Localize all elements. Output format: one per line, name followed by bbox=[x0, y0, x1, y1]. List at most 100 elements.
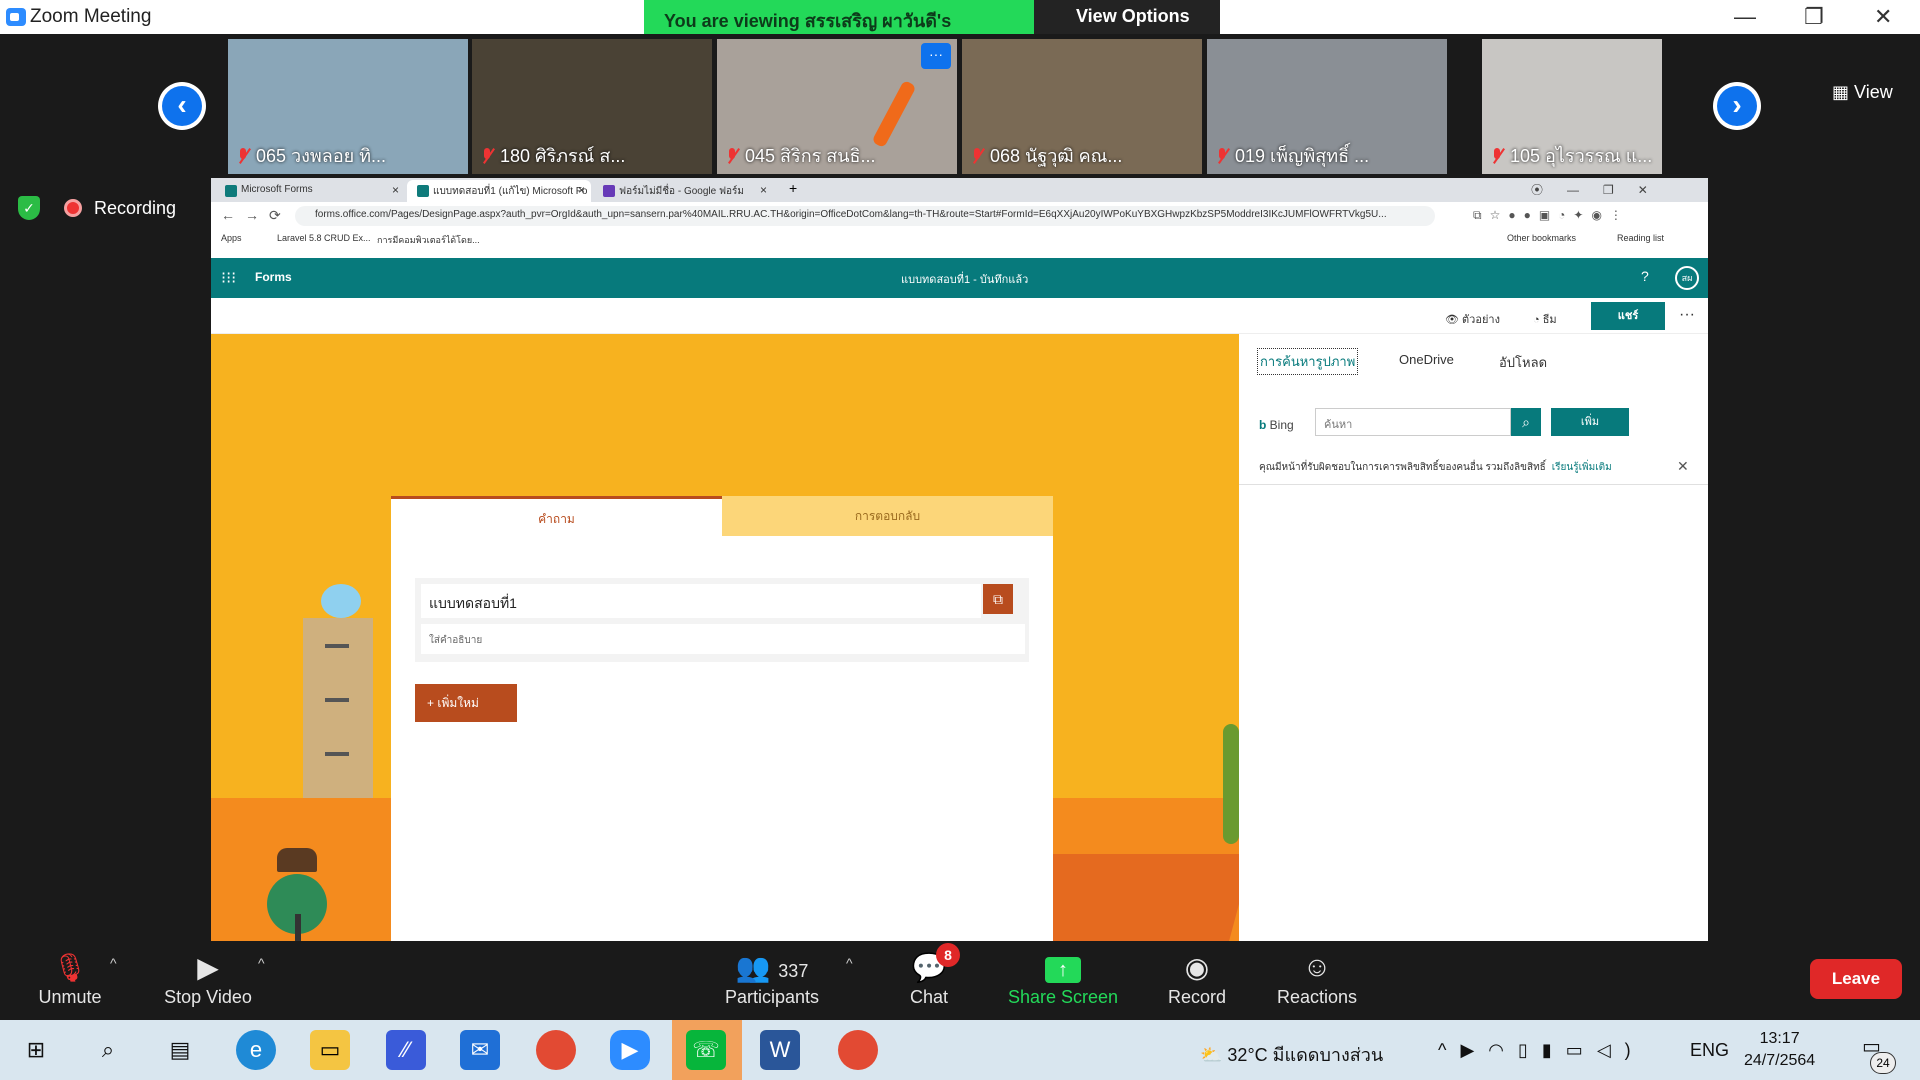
video-tile[interactable]: 019 เพ็ญพิสุทธิ์ ... bbox=[1207, 39, 1447, 174]
word-icon[interactable]: W bbox=[760, 1030, 800, 1070]
app-icon[interactable]: ⁄⁄ bbox=[386, 1030, 426, 1070]
close-tab-icon[interactable]: × bbox=[392, 183, 399, 197]
bing-logo: b Bing bbox=[1259, 418, 1294, 432]
browser-tab[interactable]: Microsoft Forms × bbox=[215, 180, 405, 202]
window-title: Zoom Meeting bbox=[30, 6, 152, 27]
participants-button[interactable]: 👥 337 Participants bbox=[720, 951, 824, 1008]
line-icon[interactable]: ☏ bbox=[686, 1030, 726, 1070]
view-button[interactable]: ▦ View bbox=[1832, 82, 1893, 103]
muted-mic-icon bbox=[1490, 147, 1504, 165]
viewing-label: You are viewing สรรเสริญ ผาวันดี's scree… bbox=[644, 0, 1034, 55]
clock-time: 13:17 bbox=[1759, 1030, 1800, 1047]
video-tile[interactable]: 065 วงพลอย ทิ... bbox=[228, 39, 468, 174]
unmute-button[interactable]: 🎙 Unmute bbox=[34, 951, 106, 1008]
more-icon[interactable]: ··· bbox=[1679, 306, 1695, 324]
chrome-icon[interactable] bbox=[536, 1030, 576, 1070]
form-description-field[interactable]: ใส่คำอธิบาย bbox=[421, 624, 1025, 654]
bookmark-apps[interactable]: Apps bbox=[221, 233, 242, 243]
view-options-button[interactable]: View Options ⌄ bbox=[1034, 0, 1220, 47]
video-tile[interactable]: 180 ศิริภรณ์ ส... bbox=[472, 39, 712, 174]
annotation-check-icon bbox=[871, 79, 917, 149]
preview-button[interactable]: 👁 ตัวอย่าง bbox=[1445, 310, 1500, 328]
browser-tab-active[interactable]: แบบทดสอบที่1 (แก้ไข) Microsoft Fo × bbox=[407, 180, 591, 202]
weather-widget[interactable]: ⛅ 32°C มีแดดบางส่วน bbox=[1200, 1040, 1383, 1069]
share-button[interactable]: แชร์ bbox=[1591, 302, 1665, 330]
add-new-button[interactable]: + เพิ่มใหม่ bbox=[415, 684, 517, 722]
recording-label: Recording bbox=[94, 197, 177, 218]
tab-onedrive[interactable]: OneDrive bbox=[1399, 352, 1454, 367]
avatar[interactable]: สผ bbox=[1675, 266, 1699, 290]
viewing-banner: You are viewing สรรเสริญ ผาวันดี's scree… bbox=[644, 0, 1220, 55]
tab-questions[interactable]: คำถาม bbox=[391, 496, 722, 536]
edge-browser-icon[interactable]: e bbox=[236, 1030, 276, 1070]
tab-image-search[interactable]: การค้นหารูปภาพ bbox=[1257, 348, 1359, 375]
bookmark-other[interactable]: Other bookmarks bbox=[1507, 233, 1576, 243]
next-page-button[interactable]: › bbox=[1713, 82, 1761, 130]
video-camera-icon: ▶ bbox=[197, 952, 219, 983]
extension-icons[interactable]: ⧉☆●●▣◔✦◉⋮ bbox=[1473, 208, 1630, 223]
browser-tab[interactable]: ฟอร์มไม่มีชื่อ - Google ฟอร์ม × bbox=[593, 180, 773, 202]
bookmark-item[interactable]: Laravel 5.8 CRUD Ex... bbox=[277, 233, 371, 243]
help-icon[interactable]: ? bbox=[1641, 268, 1649, 284]
tab-upload[interactable]: อัปโหลด bbox=[1499, 352, 1547, 373]
video-tile[interactable]: 105 อุไรวรรณ แ... bbox=[1482, 39, 1662, 174]
clock[interactable]: 13:17 24/7/2564 bbox=[1744, 1028, 1815, 1072]
task-view-icon[interactable]: ▤ bbox=[160, 1030, 200, 1070]
bookmark-item[interactable]: การมีคอมพิวเตอร์ได้โดย... bbox=[377, 233, 480, 247]
url-field[interactable]: forms.office.com/Pages/DesignPage.aspx?a… bbox=[295, 206, 1435, 226]
forms-header: ⁝⁝⁝ Forms แบบทดสอบที่1 - บันทึกแล้ว ? สผ bbox=[211, 258, 1708, 298]
recording-indicator[interactable]: ✓ Recording bbox=[18, 196, 176, 220]
video-options-caret-icon[interactable]: ^ bbox=[258, 955, 265, 971]
tab-responses[interactable]: การตอบกลับ bbox=[722, 496, 1053, 536]
audio-options-caret-icon[interactable]: ^ bbox=[110, 955, 117, 971]
forms-command-bar: 👁 ตัวอย่าง ◔ ธีม แชร์ ··· bbox=[211, 298, 1708, 334]
restore-button[interactable]: ❐ bbox=[1804, 4, 1824, 30]
bookmark-reading-list[interactable]: Reading list bbox=[1617, 233, 1664, 243]
previous-page-button[interactable]: ‹ bbox=[158, 82, 206, 130]
windows-start-icon[interactable]: ⊞ bbox=[16, 1030, 56, 1070]
learn-more-link[interactable]: เรียนรู้เพิ่มเติม bbox=[1552, 462, 1612, 473]
browser-tab-strip: Microsoft Forms × แบบทดสอบที่1 (แก้ไข) Mi… bbox=[211, 178, 1708, 202]
browser-nav-icons[interactable]: ←→⟳ bbox=[221, 207, 291, 224]
theme-button[interactable]: ◔ ธีม bbox=[1533, 310, 1557, 328]
file-explorer-icon[interactable]: ▭ bbox=[310, 1030, 350, 1070]
add-image-button[interactable]: เพิ่ม bbox=[1551, 408, 1629, 436]
minimize-button[interactable]: — bbox=[1734, 4, 1756, 30]
reactions-button[interactable]: ☺ Reactions bbox=[1274, 951, 1360, 1008]
stop-video-button[interactable]: ▶ Stop Video bbox=[160, 951, 256, 1008]
language-indicator[interactable]: ENG bbox=[1690, 1040, 1729, 1061]
browser-window-controls[interactable]: ⦿—❐✕ bbox=[1531, 181, 1672, 198]
close-button[interactable]: ✕ bbox=[1874, 4, 1892, 30]
muted-mic-icon bbox=[480, 147, 494, 165]
close-tab-icon[interactable]: × bbox=[578, 183, 585, 197]
video-tile[interactable]: ··· 045 สิริกร สนธิ... bbox=[717, 39, 957, 174]
insert-image-icon[interactable]: ⧉ bbox=[983, 584, 1013, 614]
forms-app-name[interactable]: Forms bbox=[255, 270, 292, 284]
copyright-note: คุณมีหน้าที่รับผิดชอบในการเคารพลิขสิทธิ์… bbox=[1259, 462, 1612, 473]
security-shield-icon: ✓ bbox=[18, 196, 40, 220]
form-title-field[interactable]: แบบทดสอบที่1 bbox=[421, 584, 981, 618]
mail-icon[interactable]: ✉ bbox=[460, 1030, 500, 1070]
tile-name-tag: 105 อุไรวรรณ แ... bbox=[1490, 141, 1652, 170]
participants-caret-icon[interactable]: ^ bbox=[846, 955, 853, 971]
search-icon[interactable]: ⌕ bbox=[1511, 408, 1541, 436]
share-screen-button[interactable]: ↑ Share Screen bbox=[1006, 951, 1120, 1008]
app-launcher-icon[interactable]: ⁝⁝⁝ bbox=[221, 268, 236, 288]
more-options-icon[interactable]: ··· bbox=[921, 43, 951, 69]
close-tab-icon[interactable]: × bbox=[760, 183, 767, 197]
document-title: แบบทดสอบที่1 - บันทึกแล้ว bbox=[901, 274, 1029, 286]
video-tile[interactable]: 068 นัฐวุฒิ คณ... bbox=[962, 39, 1202, 174]
image-search-input[interactable]: ค้นหา bbox=[1315, 408, 1511, 436]
system-tray-icons[interactable]: ^▶◠▯▮▭◁) bbox=[1438, 1040, 1645, 1061]
cabinet-illustration bbox=[303, 618, 373, 798]
leave-button[interactable]: Leave bbox=[1810, 959, 1902, 999]
chrome-profile-icon[interactable] bbox=[838, 1030, 878, 1070]
close-note-icon[interactable]: ✕ bbox=[1677, 458, 1689, 475]
record-button[interactable]: ◉ Record bbox=[1166, 951, 1228, 1008]
new-tab-button[interactable]: + bbox=[789, 180, 797, 196]
search-icon[interactable]: ⌕ bbox=[88, 1030, 128, 1070]
clock-date: 24/7/2564 bbox=[1744, 1052, 1816, 1069]
zoom-icon[interactable]: ▶ bbox=[610, 1030, 650, 1070]
chevron-right-icon: › bbox=[1717, 86, 1757, 126]
weather-sun-cloud-icon: ⛅ bbox=[1200, 1045, 1228, 1065]
